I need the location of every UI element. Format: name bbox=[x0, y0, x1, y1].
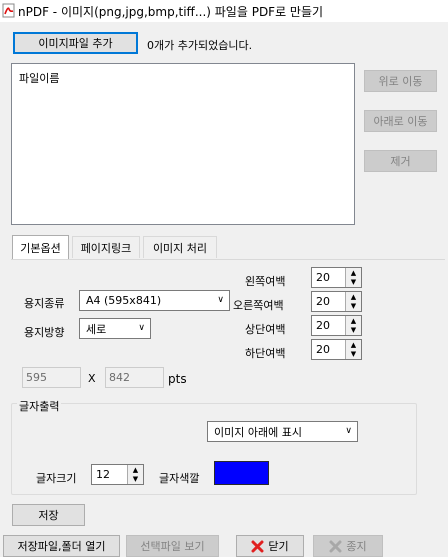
font-color-label: 글자색깔 bbox=[159, 472, 200, 485]
added-count-status: 0개가 추가되었습니다. bbox=[147, 39, 253, 52]
close-button-label: 닫기 bbox=[268, 540, 289, 553]
move-down-button[interactable]: 아래로 이동 bbox=[364, 110, 437, 132]
paper-orientation-value: 세로 bbox=[86, 322, 107, 336]
top-margin-value: 20 bbox=[316, 319, 330, 332]
spin-down-icon[interactable]: ▼ bbox=[345, 349, 361, 359]
exit-button-label: 종지 bbox=[346, 540, 367, 553]
remove-button[interactable]: 제거 bbox=[364, 150, 437, 172]
font-size-value: 12 bbox=[96, 468, 110, 481]
chevron-down-icon: ∨ bbox=[217, 294, 224, 305]
file-list-header: 파일이름 bbox=[19, 72, 60, 85]
bottom-margin-value: 20 bbox=[316, 343, 330, 356]
tab-image-processing[interactable]: 이미지 처리 bbox=[143, 236, 217, 258]
text-position-value: 이미지 아래에 표시 bbox=[214, 425, 302, 439]
tab-page-link[interactable]: 페이지링크 bbox=[72, 236, 140, 258]
left-margin-label: 왼쪽여백 bbox=[245, 275, 286, 288]
chevron-down-icon: ∨ bbox=[345, 425, 352, 436]
right-margin-label: 오른쪽여백 bbox=[233, 299, 284, 312]
font-size-label: 글자크기 bbox=[36, 472, 77, 485]
spin-down-icon[interactable]: ▼ bbox=[345, 325, 361, 335]
window-title: nPDF - 이미지(png,jpg,bmp,tiff...) 파일을 PDF로… bbox=[18, 5, 324, 19]
text-position-select[interactable]: 이미지 아래에 표시 ∨ bbox=[207, 421, 358, 442]
paper-type-label: 용지종류 bbox=[24, 297, 65, 310]
spin-down-icon[interactable]: ▼ bbox=[127, 474, 143, 484]
red-x-icon bbox=[251, 540, 264, 552]
file-list[interactable]: 파일이름 bbox=[11, 63, 355, 225]
page-height-field: 842 bbox=[105, 367, 164, 388]
left-margin-spinner[interactable]: 20 ▲ ▼ bbox=[311, 267, 362, 288]
add-image-file-button[interactable]: 이미지파일 추가 bbox=[13, 32, 138, 54]
paper-orientation-select[interactable]: 세로 ∨ bbox=[79, 318, 151, 339]
right-margin-spinner[interactable]: 20 ▲ ▼ bbox=[311, 291, 362, 312]
font-color-swatch[interactable] bbox=[214, 461, 269, 485]
right-margin-value: 20 bbox=[316, 295, 330, 308]
bottom-margin-spinner[interactable]: 20 ▲ ▼ bbox=[311, 339, 362, 360]
left-margin-value: 20 bbox=[316, 271, 330, 284]
spin-down-icon[interactable]: ▼ bbox=[345, 277, 361, 287]
paper-type-value: A4 (595x841) bbox=[86, 294, 162, 307]
pdf-app-icon bbox=[2, 3, 15, 18]
top-margin-spinner[interactable]: 20 ▲ ▼ bbox=[311, 315, 362, 336]
gray-x-icon bbox=[329, 540, 342, 552]
bottom-margin-label: 하단여백 bbox=[245, 347, 286, 360]
unit-label: pts bbox=[168, 372, 187, 386]
move-up-button[interactable]: 위로 이동 bbox=[364, 70, 437, 92]
save-button[interactable]: 저장 bbox=[12, 504, 85, 526]
tab-basic-options[interactable]: 기본옵션 bbox=[12, 235, 69, 259]
font-size-spinner[interactable]: 12 ▲ ▼ bbox=[91, 464, 144, 485]
text-output-group-label: 글자출력 bbox=[17, 398, 62, 414]
chevron-down-icon: ∨ bbox=[138, 322, 145, 333]
top-margin-label: 상단여백 bbox=[245, 323, 286, 336]
open-save-folder-button[interactable]: 저장파일,폴더 열기 bbox=[3, 535, 120, 557]
page-width-field: 595 bbox=[22, 367, 81, 388]
paper-type-select[interactable]: A4 (595x841) ∨ bbox=[79, 290, 230, 311]
close-button[interactable]: 닫기 bbox=[236, 535, 304, 557]
spin-down-icon[interactable]: ▼ bbox=[345, 301, 361, 311]
view-selected-file-button[interactable]: 선택파일 보기 bbox=[126, 535, 219, 557]
exit-button[interactable]: 종지 bbox=[313, 535, 383, 557]
times-label: X bbox=[88, 372, 96, 385]
paper-orientation-label: 용지방향 bbox=[24, 326, 65, 339]
tab-divider bbox=[11, 259, 445, 260]
